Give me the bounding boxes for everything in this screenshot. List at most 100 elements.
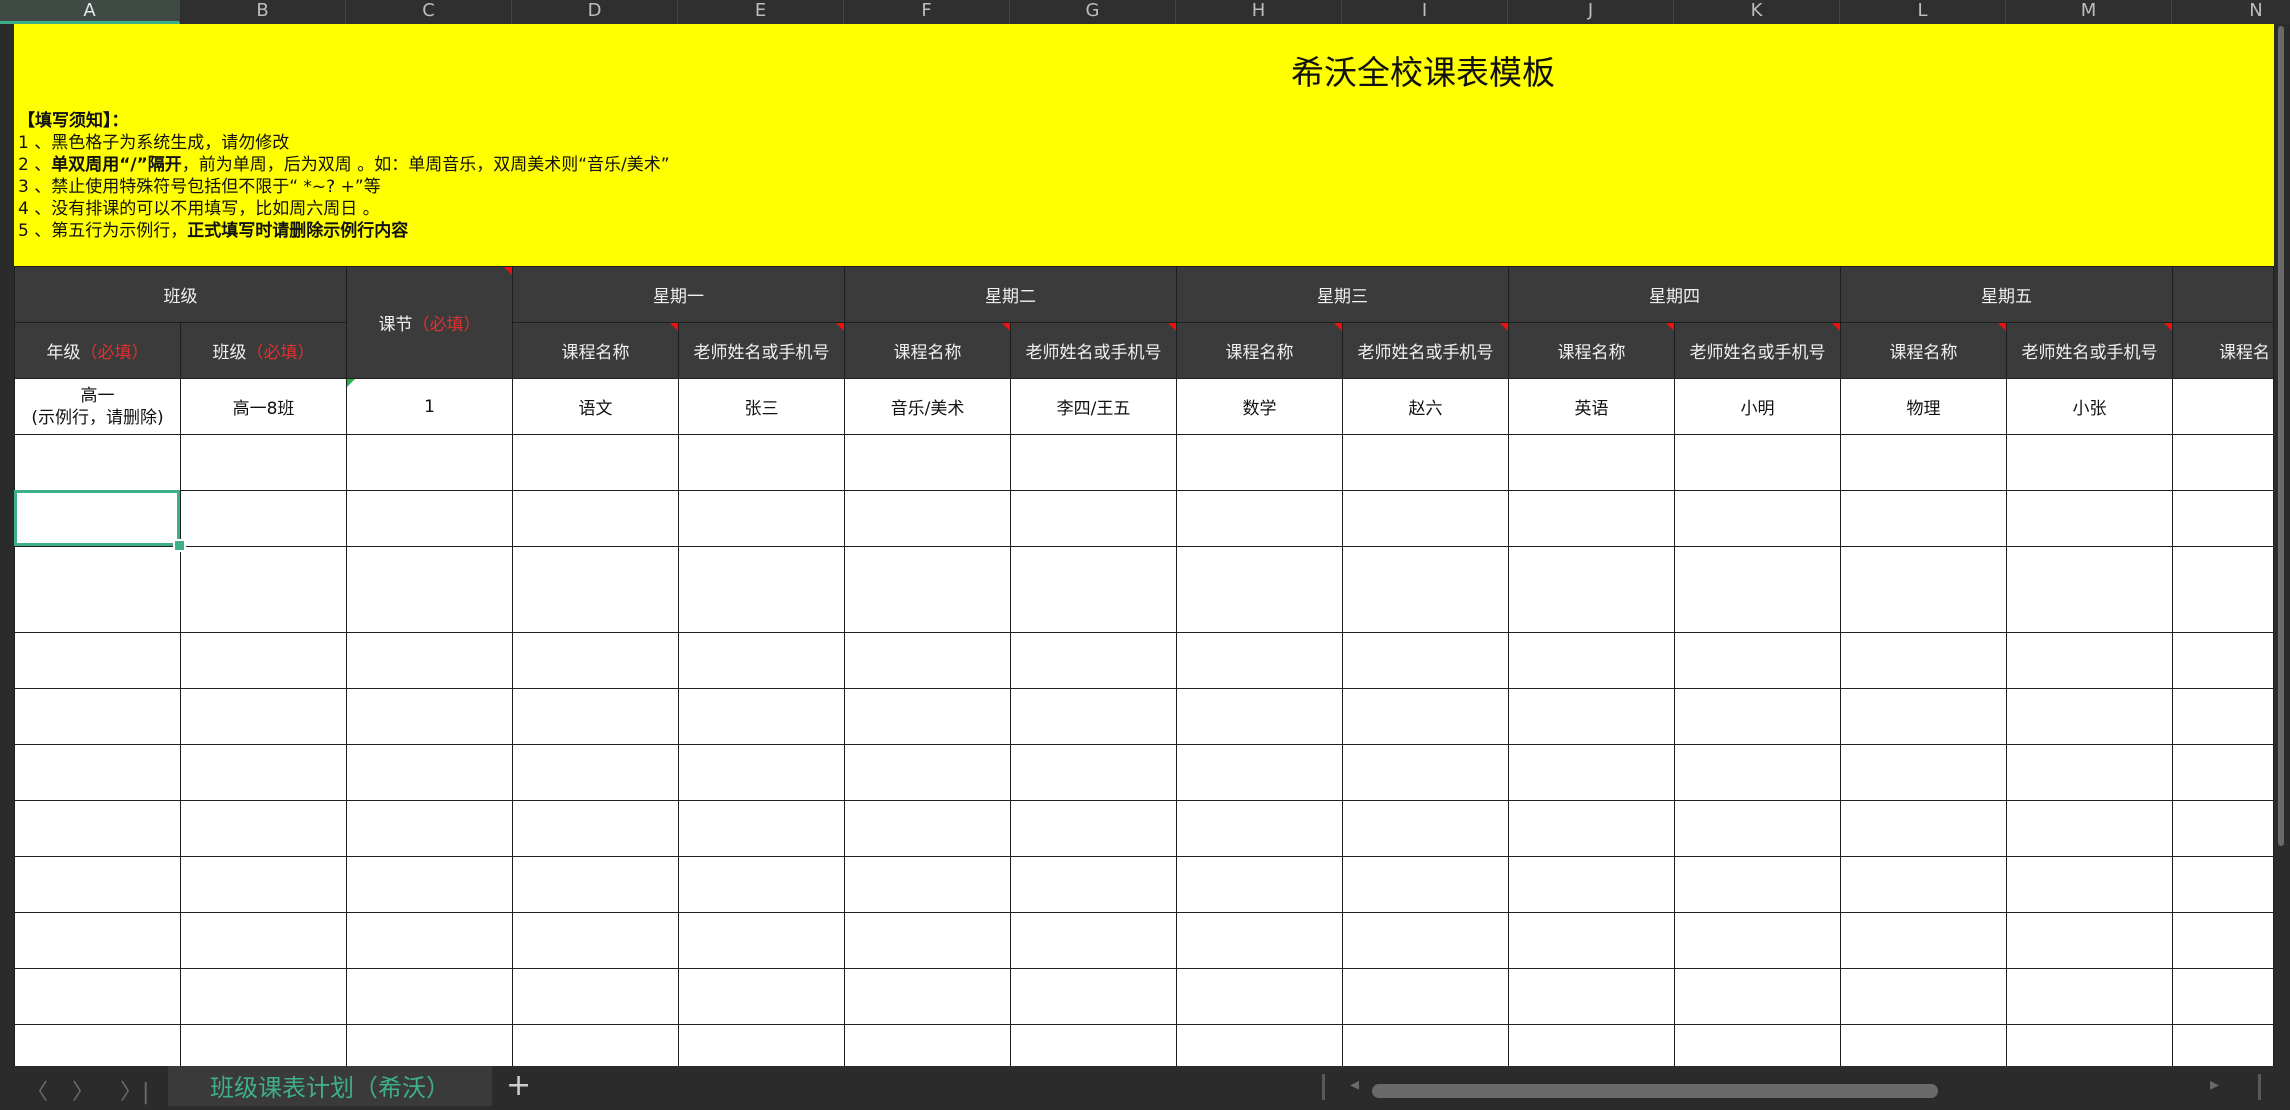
grid-cell[interactable] xyxy=(346,856,513,913)
example-course-cell[interactable]: 语文 xyxy=(512,378,679,435)
grid-cell[interactable] xyxy=(678,490,845,547)
grid-cell[interactable] xyxy=(1840,632,2007,689)
grid-cell[interactable] xyxy=(1508,434,1675,491)
grid-cell[interactable] xyxy=(844,1024,1011,1066)
grid-cell[interactable] xyxy=(14,434,181,491)
grid-cell[interactable] xyxy=(844,968,1011,1025)
grid-cell[interactable] xyxy=(14,632,181,689)
grid-cell[interactable] xyxy=(1176,434,1343,491)
example-teacher-cell[interactable]: 赵六 xyxy=(1342,378,1509,435)
column-header-j[interactable]: J xyxy=(1508,0,1674,24)
prev-sheet-icon[interactable]: 〈 xyxy=(26,1074,48,1106)
grid-cell[interactable] xyxy=(1010,912,1177,969)
grid-cell[interactable] xyxy=(1010,1024,1177,1066)
grid-cell[interactable] xyxy=(512,546,679,633)
grid-cell[interactable] xyxy=(678,912,845,969)
grid-cell[interactable] xyxy=(844,800,1011,857)
header-grade[interactable]: 年级（必填） xyxy=(14,322,181,379)
grid-cell[interactable] xyxy=(1342,688,1509,745)
example-grade-cell[interactable]: 高一 (示例行，请删除) xyxy=(14,378,181,435)
selected-cell-outline[interactable] xyxy=(14,490,180,546)
example-teacher-cell[interactable]: 小明 xyxy=(1674,378,1841,435)
grid-cell[interactable] xyxy=(1840,968,2007,1025)
grid-cell[interactable] xyxy=(1840,912,2007,969)
grid-cell[interactable] xyxy=(2006,490,2173,547)
grid-cell[interactable] xyxy=(512,968,679,1025)
column-header-k[interactable]: K xyxy=(1674,0,1840,24)
grid-cell[interactable] xyxy=(14,546,181,633)
grid-cell[interactable] xyxy=(1010,688,1177,745)
grid-cell[interactable] xyxy=(1840,688,2007,745)
grid-cell[interactable] xyxy=(844,490,1011,547)
grid-cell[interactable] xyxy=(678,434,845,491)
grid-cell[interactable] xyxy=(1674,632,1841,689)
column-header-e[interactable]: E xyxy=(678,0,844,24)
grid-cell[interactable] xyxy=(346,968,513,1025)
scroll-right-icon[interactable]: ▸ xyxy=(2210,1074,2219,1095)
grid-cell[interactable] xyxy=(1674,1024,1841,1066)
sheet-tab-active[interactable]: 班级课表计划（希沃） xyxy=(168,1066,492,1106)
column-header-a[interactable]: A xyxy=(0,0,180,24)
grid-cell[interactable] xyxy=(2172,912,2274,969)
grid-cell[interactable] xyxy=(1176,800,1343,857)
grid-cell[interactable] xyxy=(1010,632,1177,689)
grid-cell[interactable] xyxy=(1674,968,1841,1025)
grid-cell[interactable] xyxy=(180,856,347,913)
grid-cell[interactable] xyxy=(512,744,679,801)
grid-cell[interactable] xyxy=(1010,744,1177,801)
vertical-scroll-thumb[interactable] xyxy=(2278,26,2284,846)
grid-cell[interactable] xyxy=(1508,968,1675,1025)
grid-cell[interactable] xyxy=(1342,490,1509,547)
column-header-d[interactable]: D xyxy=(512,0,678,24)
grid-cell[interactable] xyxy=(1176,968,1343,1025)
grid-cell[interactable] xyxy=(1176,744,1343,801)
grid-cell[interactable] xyxy=(1176,1024,1343,1066)
header-course-name[interactable]: 课程名称 xyxy=(512,322,679,379)
example-class-cell[interactable]: 高一8班 xyxy=(180,378,347,435)
grid-cell[interactable] xyxy=(1840,800,2007,857)
grid-cell[interactable] xyxy=(1176,546,1343,633)
column-header-m[interactable]: M xyxy=(2006,0,2172,24)
grid-cell[interactable] xyxy=(14,744,181,801)
grid-cell[interactable] xyxy=(2006,912,2173,969)
grid-cell[interactable] xyxy=(14,800,181,857)
grid-cell[interactable] xyxy=(346,912,513,969)
grid-cell[interactable] xyxy=(512,800,679,857)
last-sheet-icon[interactable]: 〉| xyxy=(120,1074,149,1106)
vertical-scrollbar[interactable] xyxy=(2274,24,2290,1066)
grid-cell[interactable] xyxy=(180,968,347,1025)
grid-cell[interactable] xyxy=(2172,632,2274,689)
grid-cell[interactable] xyxy=(346,688,513,745)
grid-cell[interactable] xyxy=(1840,434,2007,491)
grid-cell[interactable] xyxy=(180,744,347,801)
grid-cell[interactable] xyxy=(1674,744,1841,801)
grid-cell[interactable] xyxy=(1342,1024,1509,1066)
grid-cell[interactable] xyxy=(2172,968,2274,1025)
header-day-sat[interactable] xyxy=(2172,266,2274,323)
header-day-tue[interactable]: 星期二 xyxy=(844,266,1177,323)
grid-cell[interactable] xyxy=(2172,490,2274,547)
grid-cell[interactable] xyxy=(346,744,513,801)
header-teacher[interactable]: 老师姓名或手机号 xyxy=(1010,322,1177,379)
grid-cell[interactable] xyxy=(1508,912,1675,969)
grid-cell[interactable] xyxy=(1674,912,1841,969)
grid-cell[interactable] xyxy=(180,434,347,491)
grid-cell[interactable] xyxy=(1840,744,2007,801)
column-header-l[interactable]: L xyxy=(1840,0,2006,24)
scroll-left-icon[interactable]: ◂ xyxy=(1350,1074,1359,1095)
grid-cell[interactable] xyxy=(1342,800,1509,857)
grid-cell[interactable] xyxy=(1840,546,2007,633)
grid-cell[interactable] xyxy=(346,490,513,547)
grid-cell[interactable] xyxy=(1010,968,1177,1025)
grid-cell[interactable] xyxy=(844,632,1011,689)
grid-cell[interactable] xyxy=(1840,490,2007,547)
grid-cell[interactable] xyxy=(2006,1024,2173,1066)
grid-cell[interactable] xyxy=(1010,856,1177,913)
grid-cell[interactable] xyxy=(512,1024,679,1066)
grid-cell[interactable] xyxy=(14,688,181,745)
header-teacher[interactable]: 老师姓名或手机号 xyxy=(1342,322,1509,379)
grid-cell[interactable] xyxy=(844,856,1011,913)
grid-cell[interactable] xyxy=(180,490,347,547)
grid-cell[interactable] xyxy=(512,856,679,913)
column-header-f[interactable]: F xyxy=(844,0,1010,24)
